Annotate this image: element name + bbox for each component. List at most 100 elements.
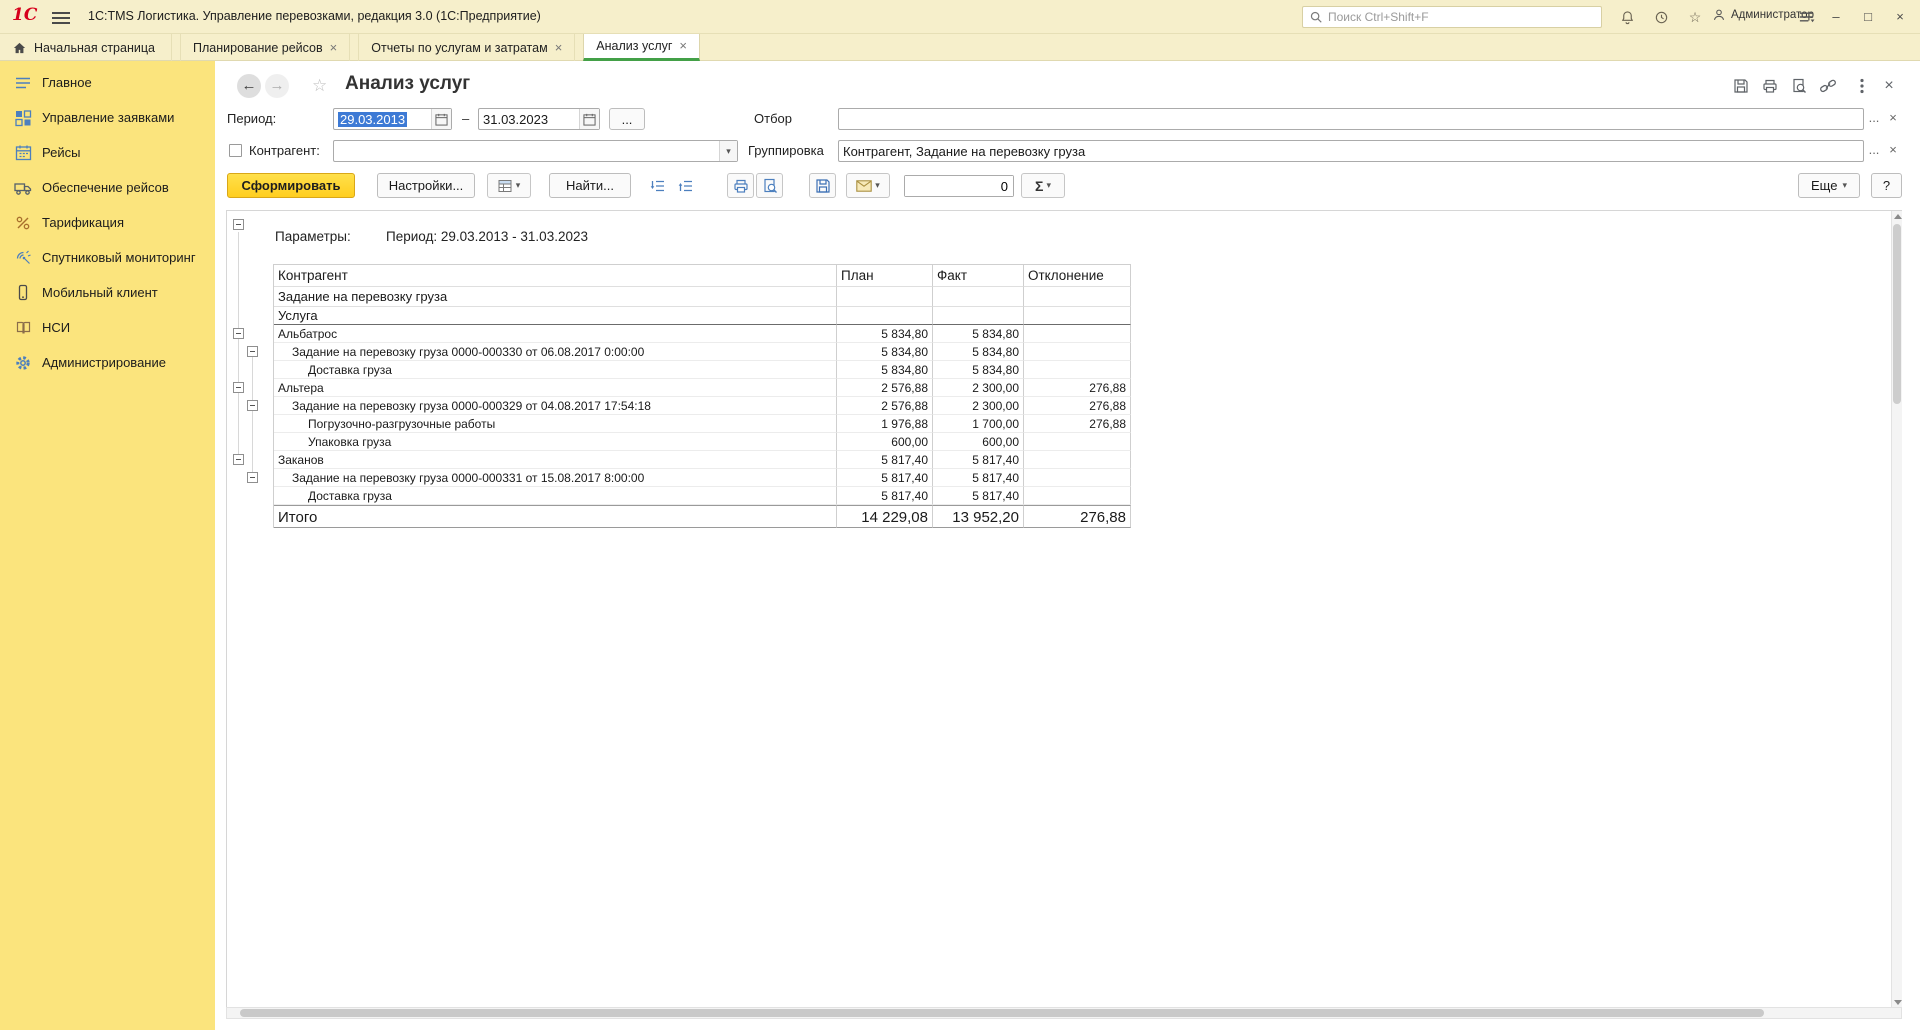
table-total-row[interactable]: Итого 14 229,08 13 952,20 276,88	[274, 505, 1131, 528]
tab-service-reports[interactable]: Отчеты по услугам и затратам ×	[358, 34, 575, 61]
chevron-down-icon: ▾	[1842, 180, 1847, 191]
form-close-icon[interactable]: ×	[1878, 77, 1900, 95]
selection-clear-icon[interactable]: ×	[1885, 108, 1901, 130]
global-search[interactable]	[1302, 6, 1602, 28]
save-icon[interactable]	[1730, 77, 1752, 95]
tab-close-icon[interactable]: ×	[330, 42, 338, 54]
vertical-scrollbar[interactable]	[1891, 211, 1902, 1008]
sidebar-item-requests[interactable]: Управление заявками	[0, 100, 215, 135]
sidebar-item-satellite-monitoring[interactable]: Спутниковый мониторинг	[0, 240, 215, 275]
sidebar-item-label: Главное	[42, 75, 92, 90]
tab-close-icon[interactable]: ×	[679, 40, 687, 52]
report-variant-button[interactable]: ▾	[487, 173, 531, 198]
chevron-down-icon[interactable]: ▾	[719, 141, 737, 161]
help-button[interactable]: ?	[1871, 173, 1902, 198]
save-result-button[interactable]	[809, 173, 836, 198]
window-minimize-button[interactable]: –	[1823, 8, 1849, 26]
tab-trip-planning[interactable]: Планирование рейсов ×	[180, 34, 350, 61]
vertical-scrollbar-thumb[interactable]	[1893, 224, 1901, 404]
sidebar-item-label: Рейсы	[42, 145, 80, 160]
forward-button[interactable]: →	[265, 74, 289, 98]
table-row[interactable]: Погрузочно-разгрузочные работы 1 976,88 …	[274, 415, 1131, 433]
print-preview-button[interactable]	[756, 173, 783, 198]
sidebar-item-label: Управление заявками	[42, 110, 174, 125]
main-menu-icon[interactable]	[52, 9, 70, 25]
sidebar-item-main[interactable]: Главное	[0, 65, 215, 100]
back-button[interactable]: ←	[237, 74, 261, 98]
selection-input[interactable]	[839, 109, 1863, 129]
print-icon[interactable]	[1759, 77, 1781, 95]
table-row[interactable]: Задание на перевозку груза 0000-000331 о…	[274, 469, 1131, 487]
collapse-group-toggle[interactable]	[247, 346, 258, 357]
table-row[interactable]: Заканов 5 817,40 5 817,40	[274, 451, 1131, 469]
table-row[interactable]: Доставка груза 5 817,40 5 817,40	[274, 487, 1131, 505]
notifications-bell-icon[interactable]	[1618, 9, 1636, 25]
counterparty-checkbox[interactable]	[229, 144, 242, 157]
report-params-value: Период: 29.03.2013 - 31.03.2023	[386, 229, 588, 244]
sidebar-item-trip-support[interactable]: Обеспечение рейсов	[0, 170, 215, 205]
selection-field[interactable]	[838, 108, 1864, 130]
collapse-groups-button[interactable]	[673, 173, 699, 198]
calendar-icon[interactable]	[431, 109, 451, 129]
window-maximize-button[interactable]: □	[1855, 8, 1881, 26]
page-title: Анализ услуг	[345, 73, 470, 95]
collapse-group-toggle[interactable]	[247, 472, 258, 483]
counter-field[interactable]	[904, 175, 1014, 197]
expand-groups-button[interactable]	[645, 173, 671, 198]
table-row[interactable]: Упаковка груза 600,00 600,00	[274, 433, 1131, 451]
table-row[interactable]: Задание на перевозку груза 0000-000329 о…	[274, 397, 1131, 415]
preview-icon[interactable]	[1788, 77, 1810, 95]
table-row[interactable]: Задание на перевозку груза 0000-000330 о…	[274, 343, 1131, 361]
horizontal-scrollbar-thumb[interactable]	[240, 1009, 1764, 1017]
get-link-icon[interactable]	[1817, 77, 1839, 95]
period-options-button[interactable]: ...	[609, 108, 645, 130]
horizontal-scrollbar[interactable]	[226, 1007, 1902, 1019]
history-icon[interactable]	[1652, 9, 1670, 25]
period-from-field[interactable]: 29.03.2013	[333, 108, 452, 130]
sum-button[interactable]: Σ ▾	[1021, 173, 1065, 198]
collapse-group-toggle[interactable]	[233, 328, 244, 339]
sidebar-item-label: Спутниковый мониторинг	[42, 250, 196, 265]
collapse-group-toggle[interactable]	[233, 382, 244, 393]
tab-service-analysis[interactable]: Анализ услуг ×	[583, 34, 700, 61]
more-actions-button[interactable]: Еще ▾	[1798, 173, 1860, 198]
generate-button[interactable]: Сформировать	[227, 173, 355, 198]
tab-home[interactable]: Начальная страница	[0, 34, 172, 61]
favorites-star-icon[interactable]: ☆	[1686, 9, 1704, 25]
period-to-field[interactable]: 31.03.2023	[478, 108, 600, 130]
search-input[interactable]	[1328, 10, 1595, 24]
selection-choose-button[interactable]: ...	[1865, 108, 1883, 130]
table-header-row: Контрагент План Факт Отклонение	[274, 265, 1131, 287]
window-close-button[interactable]: ×	[1887, 8, 1913, 26]
counterparty-input[interactable]	[334, 141, 719, 161]
scroll-up-arrow[interactable]	[1894, 214, 1902, 219]
find-button[interactable]: Найти...	[549, 173, 631, 198]
app-window: 1С 1С:TMS Логистика. Управление перевозк…	[0, 0, 1920, 1030]
sidebar-item-master-data[interactable]: НСИ	[0, 310, 215, 345]
send-mail-button[interactable]: ▾	[846, 173, 890, 198]
grouping-choose-button[interactable]: ...	[1865, 140, 1883, 162]
settings-button[interactable]: Настройки...	[377, 173, 475, 198]
window-titlebar: 1С 1С:TMS Логистика. Управление перевозк…	[0, 0, 1920, 34]
sidebar-item-mobile-client[interactable]: Мобильный клиент	[0, 275, 215, 310]
counterparty-field[interactable]: ▾	[333, 140, 738, 162]
service-menu-icon[interactable]	[1797, 9, 1815, 25]
sidebar-item-trips[interactable]: Рейсы	[0, 135, 215, 170]
more-kebab-icon[interactable]	[1851, 77, 1873, 95]
table-row[interactable]: Альбатрос 5 834,80 5 834,80	[274, 325, 1131, 343]
scroll-down-arrow[interactable]	[1894, 1000, 1902, 1005]
sidebar-item-administration[interactable]: Администрирование	[0, 345, 215, 380]
collapse-group-toggle[interactable]	[247, 400, 258, 411]
grouping-field[interactable]: Контрагент, Задание на перевозку груза	[838, 140, 1864, 162]
collapse-group-toggle[interactable]	[233, 454, 244, 465]
table-row[interactable]: Альтера 2 576,88 2 300,00 276,88	[274, 379, 1131, 397]
print-button[interactable]	[727, 173, 754, 198]
counter-input[interactable]	[905, 176, 1013, 196]
sidebar-item-tariffs[interactable]: Тарификация	[0, 205, 215, 240]
table-row[interactable]: Доставка груза 5 834,80 5 834,80	[274, 361, 1131, 379]
tab-close-icon[interactable]: ×	[555, 42, 563, 54]
calendar-icon[interactable]	[579, 109, 599, 129]
grouping-clear-icon[interactable]: ×	[1885, 140, 1901, 162]
favorite-star-icon[interactable]: ☆	[312, 76, 327, 96]
collapse-report-toggle[interactable]	[233, 219, 244, 230]
